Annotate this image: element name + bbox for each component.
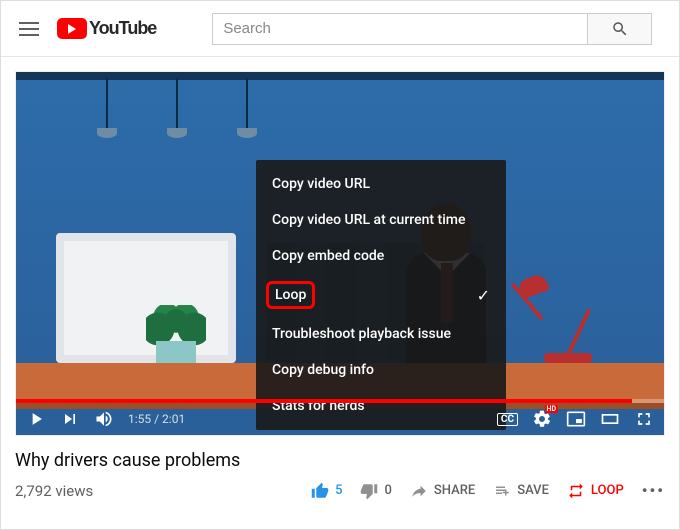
- time-display: 1:55 / 2:01: [128, 412, 185, 426]
- thumb-up-icon: [311, 482, 329, 500]
- ctx-label: Copy video URL at current time: [272, 212, 465, 228]
- miniplayer-icon[interactable]: [566, 409, 586, 429]
- ctx-copy-debug[interactable]: Copy debug info: [256, 352, 506, 388]
- menu-icon[interactable]: [17, 17, 41, 41]
- ctx-label-highlight: Loop: [266, 281, 315, 309]
- save-label: SAVE: [517, 483, 549, 498]
- dislike-count: 0: [384, 483, 391, 498]
- video-player[interactable]: Copy video URL Copy video URL at current…: [15, 71, 665, 436]
- ctx-label: Copy debug info: [272, 362, 374, 378]
- search-form: [212, 13, 652, 45]
- video-title: Why drivers cause problems: [15, 450, 665, 471]
- volume-icon[interactable]: [94, 409, 114, 429]
- ctx-label: Troubleshoot playback issue: [272, 326, 451, 342]
- context-menu: Copy video URL Copy video URL at current…: [256, 160, 506, 430]
- top-header: YouTube: [1, 1, 679, 57]
- search-icon: [611, 20, 629, 38]
- ctx-copy-embed[interactable]: Copy embed code: [256, 238, 506, 274]
- ctx-label: Loop: [275, 287, 306, 303]
- brand-text: YouTube: [89, 18, 156, 39]
- checkmark-icon: ✓: [477, 286, 490, 305]
- fullscreen-icon[interactable]: [634, 409, 654, 429]
- ctx-label: Copy embed code: [272, 248, 384, 264]
- view-count: 2,792 views: [15, 482, 93, 500]
- search-input[interactable]: [212, 13, 588, 45]
- search-button[interactable]: [588, 13, 652, 45]
- ctx-troubleshoot[interactable]: Troubleshoot playback issue: [256, 316, 506, 352]
- loop-icon: [567, 482, 585, 500]
- settings-icon[interactable]: HD: [532, 409, 552, 429]
- share-icon: [410, 482, 428, 500]
- loop-button[interactable]: LOOP: [567, 482, 624, 500]
- save-button[interactable]: SAVE: [493, 482, 549, 500]
- youtube-logo[interactable]: YouTube: [57, 18, 156, 39]
- dislike-button[interactable]: 0: [360, 482, 391, 500]
- share-button[interactable]: SHARE: [410, 482, 475, 500]
- like-button[interactable]: 5: [311, 482, 342, 500]
- player-controls: 1:55 / 2:01 CC HD: [16, 403, 664, 435]
- save-icon: [493, 482, 511, 500]
- cc-button[interactable]: CC: [497, 413, 518, 426]
- play-logo-icon: [57, 18, 87, 39]
- thumb-down-icon: [360, 482, 378, 500]
- ctx-copy-video-url-time[interactable]: Copy video URL at current time: [256, 202, 506, 238]
- share-label: SHARE: [434, 483, 475, 498]
- action-bar: 5 0 SHARE SAVE LOOP •••: [311, 481, 665, 500]
- hd-badge: HD: [545, 405, 559, 413]
- like-count: 5: [335, 483, 342, 498]
- content-area: Copy video URL Copy video URL at current…: [1, 57, 679, 514]
- ctx-loop[interactable]: Loop ✓: [256, 274, 506, 316]
- loop-label: LOOP: [591, 483, 624, 498]
- next-icon[interactable]: [60, 409, 80, 429]
- meta-row: 2,792 views 5 0 SHARE SAVE LOOP ••: [15, 481, 665, 500]
- play-icon[interactable]: [26, 409, 46, 429]
- ctx-copy-video-url[interactable]: Copy video URL: [256, 166, 506, 202]
- theater-icon[interactable]: [600, 409, 620, 429]
- ctx-label: Copy video URL: [272, 176, 370, 192]
- more-actions-button[interactable]: •••: [642, 481, 665, 500]
